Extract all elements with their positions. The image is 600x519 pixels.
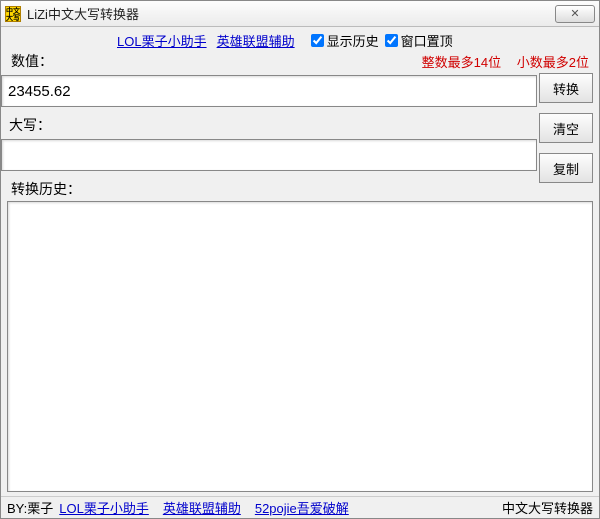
window-title: LiZi中文大写转换器 (27, 4, 555, 23)
history-label: 转换历史： (1, 173, 599, 201)
checkbox-always-on-top-label: 窗口置顶 (401, 31, 453, 50)
checkbox-always-on-top-input[interactable] (385, 34, 398, 47)
value-input[interactable] (1, 75, 537, 107)
checkbox-show-history-input[interactable] (311, 34, 324, 47)
input-section: 大写： 转换 清空 复制 (1, 73, 599, 173)
value-label-row: 数值： 整数最多14位 小数最多2位 (1, 49, 599, 73)
footer-link-lol-assist[interactable]: 英雄联盟辅助 (163, 498, 241, 517)
close-icon: ✕ (570, 7, 579, 20)
link-lol-helper[interactable]: LOL栗子小助手 (117, 31, 207, 50)
close-button[interactable]: ✕ (555, 5, 595, 23)
app-icon: 中文大写 (5, 6, 21, 22)
clear-button[interactable]: 清空 (539, 113, 593, 143)
button-column: 转换 清空 复制 (535, 73, 593, 183)
app-window: 中文大写 LiZi中文大写转换器 ✕ LOL栗子小助手 英雄联盟辅助 显示历史 … (0, 0, 600, 519)
checkbox-show-history-label: 显示历史 (327, 31, 379, 50)
convert-button[interactable]: 转换 (539, 73, 593, 103)
value-label: 数值： (11, 51, 53, 71)
link-lol-assist[interactable]: 英雄联盟辅助 (217, 31, 295, 50)
footer-app-name: 中文大写转换器 (502, 498, 593, 517)
footer-link-lol-helper[interactable]: LOL栗子小助手 (59, 498, 149, 517)
copy-button[interactable]: 复制 (539, 153, 593, 183)
hint-decimal: 小数最多2位 (517, 55, 589, 70)
hint-integer: 整数最多14位 (422, 55, 501, 70)
daxie-label: 大写： (1, 109, 537, 137)
hint-text: 整数最多14位 小数最多2位 (410, 52, 589, 71)
footer-author: BY:栗子 (7, 498, 53, 517)
titlebar: 中文大写 LiZi中文大写转换器 ✕ (1, 1, 599, 27)
daxie-output[interactable] (1, 139, 537, 171)
footer-link-52pojie[interactable]: 52pojie吾爱破解 (255, 498, 349, 517)
history-list[interactable] (7, 201, 593, 492)
checkbox-always-on-top[interactable]: 窗口置顶 (385, 31, 453, 50)
checkbox-show-history[interactable]: 显示历史 (311, 31, 379, 50)
top-link-row: LOL栗子小助手 英雄联盟辅助 显示历史 窗口置顶 (1, 27, 599, 49)
footer: BY:栗子 LOL栗子小助手 英雄联盟辅助 52pojie吾爱破解 中文大写转换… (1, 496, 599, 518)
